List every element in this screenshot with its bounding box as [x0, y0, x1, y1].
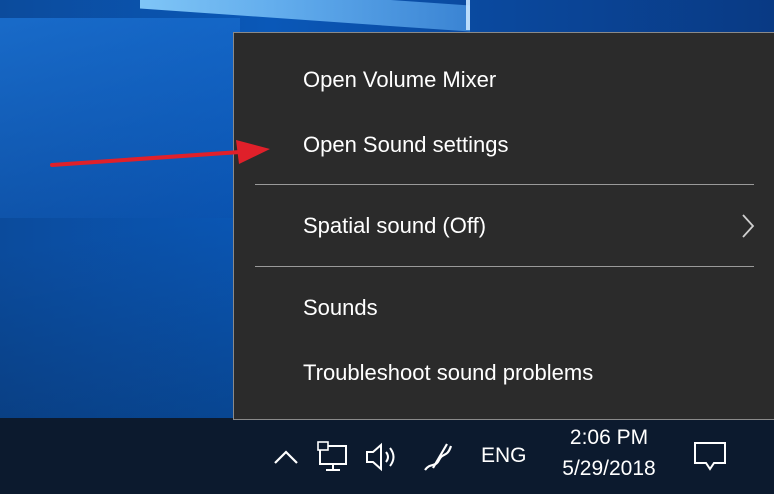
menu-item-label: Open Sound settings	[303, 132, 509, 157]
menu-item-spatial-sound[interactable]: Spatial sound (Off)	[234, 199, 774, 253]
menu-item-open-volume-mixer[interactable]: Open Volume Mixer	[234, 53, 774, 107]
menu-item-label: Spatial sound (Off)	[303, 213, 487, 238]
wallpaper-light-edge	[466, 0, 470, 30]
clock-time: 2:06 PM	[569, 426, 649, 449]
pen-workspace-icon	[424, 443, 453, 471]
show-hidden-icons-button[interactable]	[270, 442, 302, 472]
network-icon	[317, 441, 347, 471]
network-tray-button[interactable]	[316, 440, 352, 474]
taskbar: ENG 2:06 PM 5/29/2018	[0, 418, 774, 494]
input-language-indicator[interactable]: ENG	[481, 444, 527, 468]
chevron-right-icon	[742, 214, 755, 238]
clock-button[interactable]: 2:06 PM 5/29/2018	[546, 424, 672, 488]
sound-context-menu: Open Volume Mixer Open Sound settings Sp…	[233, 32, 774, 420]
menu-item-label: Open Volume Mixer	[303, 67, 497, 92]
clock-date: 5/29/2018	[562, 457, 656, 480]
menu-separator	[255, 266, 754, 267]
volume-icon	[366, 442, 395, 472]
action-center-button[interactable]	[690, 438, 730, 476]
menu-item-troubleshoot-sound[interactable]: Troubleshoot sound problems	[234, 346, 774, 400]
volume-tray-button[interactable]	[363, 440, 401, 474]
wallpaper-light-beam	[0, 18, 240, 218]
menu-item-label: Sounds	[303, 295, 378, 320]
menu-item-open-sound-settings[interactable]: Open Sound settings	[234, 118, 774, 172]
menu-separator	[255, 184, 754, 185]
action-center-icon	[694, 442, 726, 471]
menu-item-label: Troubleshoot sound problems	[303, 360, 594, 385]
menu-item-sounds[interactable]: Sounds	[234, 281, 774, 335]
chevron-up-icon	[274, 450, 298, 464]
pen-workspace-button[interactable]	[419, 438, 457, 476]
